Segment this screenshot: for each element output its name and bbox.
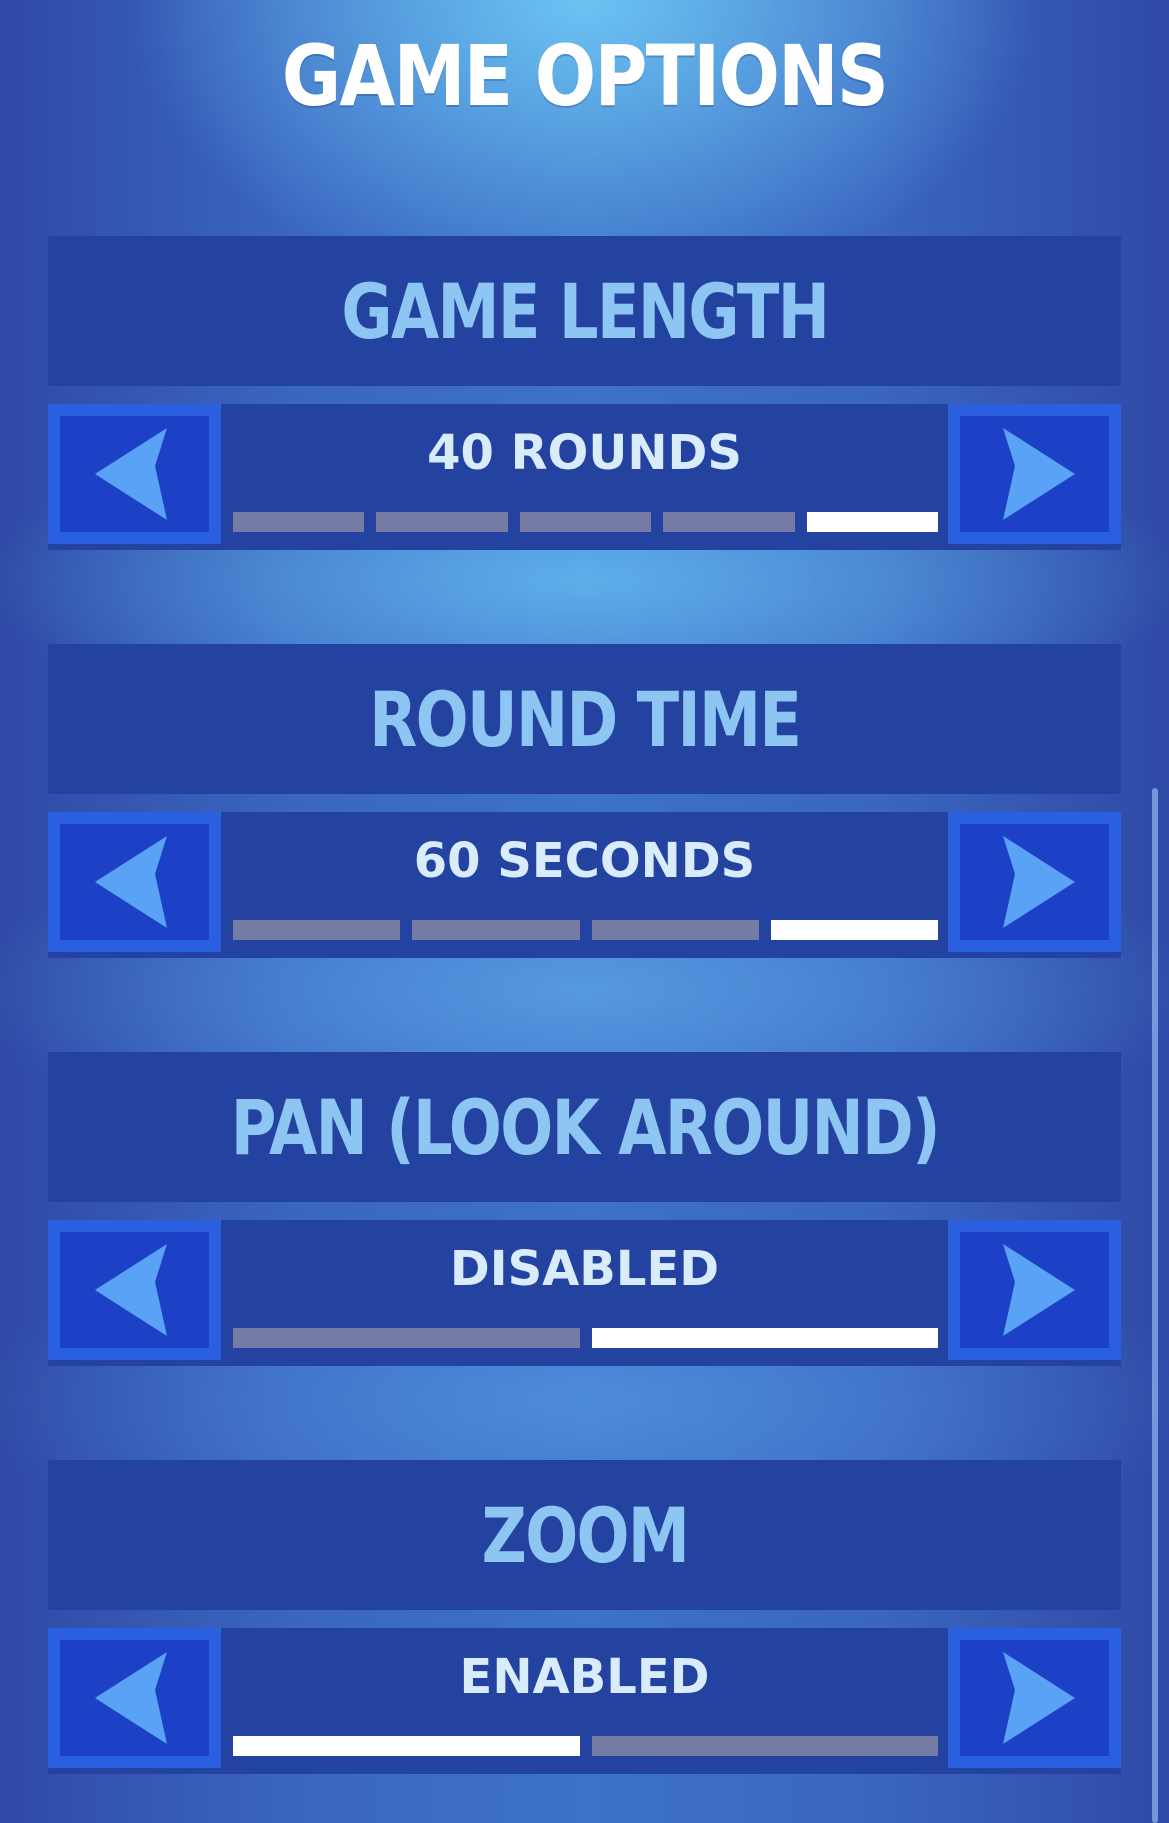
chevron-right-icon [1002,1244,1075,1336]
option-zoom: ZOOM ENABLED [48,1460,1121,1774]
option-pan: PAN (LOOK AROUND) DISABLED [48,1052,1121,1366]
step-indicator [233,1736,938,1756]
option-header: PAN (LOOK AROUND) [48,1052,1121,1202]
option-header-label: PAN (LOOK AROUND) [230,1082,940,1172]
page-title: GAME OPTIONS [281,27,889,125]
chevron-right-icon [1002,428,1075,520]
next-button[interactable] [948,1220,1121,1360]
prev-button[interactable] [48,404,221,544]
option-value: 60 SECONDS [413,833,756,889]
step-segment [591,920,759,940]
step-segment-active [770,920,938,940]
option-control: 60 SECONDS [48,812,1121,958]
chevron-left-icon [94,836,167,928]
chevron-left-icon [94,1652,167,1744]
prev-button[interactable] [48,812,221,952]
chevron-right-icon [1002,836,1075,928]
option-control: 40 ROUNDS [48,404,1121,550]
option-header-label: ROUND TIME [368,674,802,764]
step-indicator [233,920,938,940]
chevron-right-icon [1002,1652,1075,1744]
step-segment [233,512,365,532]
step-indicator [233,1328,938,1348]
prev-button[interactable] [48,1628,221,1768]
step-segment [663,512,795,532]
option-game-length: GAME LENGTH 40 ROUNDS [48,236,1121,550]
step-segment [591,1736,938,1756]
step-segment-active [233,1736,580,1756]
option-header: ROUND TIME [48,644,1121,794]
next-button[interactable] [948,812,1121,952]
step-segment-active [591,1328,938,1348]
step-segment [376,512,508,532]
prev-button[interactable] [48,1220,221,1360]
step-segment [519,512,652,532]
chevron-left-icon [94,1244,167,1336]
chevron-left-icon [94,428,167,520]
step-segment [412,920,580,940]
option-value: 40 ROUNDS [427,425,742,481]
step-segment [233,920,401,940]
option-round-time: ROUND TIME 60 SECONDS [48,644,1121,958]
option-header-label: ZOOM [481,1490,689,1580]
option-header-label: GAME LENGTH [341,266,829,356]
step-segment-active [806,512,939,532]
option-control: DISABLED [48,1220,1121,1366]
next-button[interactable] [948,1628,1121,1768]
option-value: ENABLED [459,1649,710,1705]
option-header: GAME LENGTH [48,236,1121,386]
next-button[interactable] [948,404,1121,544]
option-value: DISABLED [449,1241,720,1297]
option-control: ENABLED [48,1628,1121,1774]
step-segment [233,1328,580,1348]
step-indicator [233,512,939,532]
scrollbar[interactable] [1152,788,1158,1823]
option-header: ZOOM [48,1460,1121,1610]
